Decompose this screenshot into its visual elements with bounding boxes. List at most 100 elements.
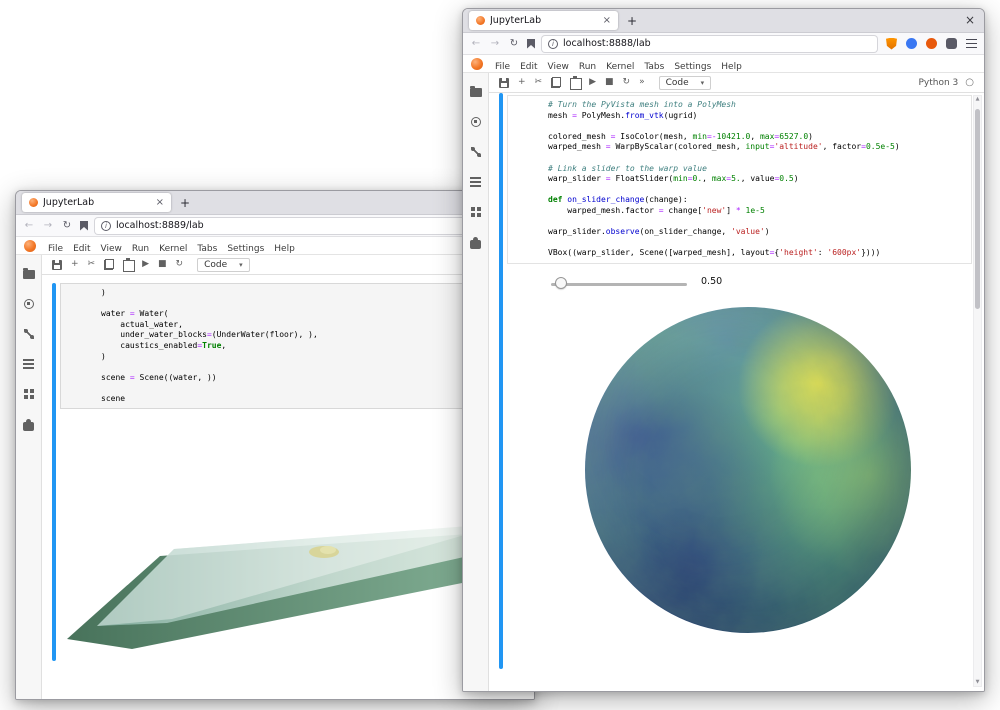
notebook-area[interactable]: # Turn the PyVista mesh into a PolyMeshm… xyxy=(489,93,984,691)
menu-settings[interactable]: Settings xyxy=(222,244,269,254)
forward-icon[interactable]: → xyxy=(42,220,54,231)
code-line: warped_mesh.factor = change['new'] * 1e-… xyxy=(548,206,967,217)
extension-icon-dark[interactable] xyxy=(946,38,957,49)
copy-icon[interactable] xyxy=(104,259,114,270)
menu: FileEditViewRunKernelTabsSettingsHelp xyxy=(490,54,747,73)
url-bar[interactable]: i localhost:8889/lab xyxy=(95,218,467,234)
menu-tabs[interactable]: Tabs xyxy=(192,244,222,254)
code-cell-editor[interactable]: # Turn the PyVista mesh into a PolyMeshm… xyxy=(507,95,972,264)
files-icon[interactable] xyxy=(23,270,35,279)
cell-type-value: Code xyxy=(204,260,227,270)
water-scene-3d-output[interactable] xyxy=(42,511,482,661)
menu-help[interactable]: Help xyxy=(269,244,300,254)
save-icon[interactable] xyxy=(52,260,62,270)
menu-run[interactable]: Run xyxy=(127,244,154,254)
back-icon[interactable]: ← xyxy=(23,220,35,231)
browser-tab[interactable]: JupyterLab × xyxy=(22,193,171,212)
info-icon[interactable]: i xyxy=(101,221,111,231)
cut-icon[interactable]: ✂ xyxy=(535,78,543,87)
code-line: warp_slider = FloatSlider(min=0., max=5.… xyxy=(548,174,967,185)
url-text: localhost:8888/lab xyxy=(563,38,651,49)
slider-track[interactable] xyxy=(551,283,687,286)
slider-handle[interactable] xyxy=(555,277,567,289)
bookmark-icon[interactable] xyxy=(527,39,535,49)
git-icon[interactable] xyxy=(471,147,481,157)
front-browser-window[interactable]: JupyterLab × + × ← → ↻ i localhost:8888/… xyxy=(462,8,985,692)
extensions-icon[interactable] xyxy=(23,422,34,431)
info-icon[interactable]: i xyxy=(548,39,558,49)
stop-icon[interactable]: ■ xyxy=(605,78,614,87)
cell-type-dropdown[interactable]: Code ▾ xyxy=(197,258,250,272)
left-sidebar xyxy=(16,255,42,699)
files-icon[interactable] xyxy=(470,88,482,97)
notebook-area[interactable]: ) water = Water( actual_water, under_wat… xyxy=(42,275,534,699)
shield-icon[interactable] xyxy=(886,38,897,50)
reload-icon[interactable]: ↻ xyxy=(508,38,520,49)
menu-view[interactable]: View xyxy=(543,62,574,72)
chevron-down-icon: ▾ xyxy=(701,79,705,87)
menu-file[interactable]: File xyxy=(43,244,68,254)
add-cell-icon[interactable]: + xyxy=(518,78,526,87)
run-icon[interactable]: ▶ xyxy=(142,260,149,269)
toc-icon[interactable] xyxy=(470,177,481,187)
palette-icon[interactable] xyxy=(24,389,28,393)
add-cell-icon[interactable]: + xyxy=(71,260,79,269)
back-icon[interactable]: ← xyxy=(470,38,482,49)
git-icon[interactable] xyxy=(24,329,34,339)
stop-icon[interactable]: ■ xyxy=(158,260,167,269)
browser-tab[interactable]: JupyterLab × xyxy=(469,11,618,30)
new-tab-button[interactable]: + xyxy=(180,197,190,209)
reload-icon[interactable]: ↻ xyxy=(61,220,73,231)
cut-icon[interactable]: ✂ xyxy=(88,260,96,269)
code-line xyxy=(548,185,967,196)
tab-close-icon[interactable]: × xyxy=(603,15,611,26)
menu-kernel[interactable]: Kernel xyxy=(601,62,639,72)
menu-help[interactable]: Help xyxy=(716,62,747,72)
paste-icon[interactable] xyxy=(570,77,580,88)
scroll-down-icon[interactable]: ▼ xyxy=(976,679,980,686)
bookmark-icon[interactable] xyxy=(80,221,88,231)
run-all-icon[interactable]: » xyxy=(639,78,645,87)
paste-icon[interactable] xyxy=(123,259,133,270)
new-tab-button[interactable]: + xyxy=(627,15,637,27)
scrollbar-thumb[interactable] xyxy=(975,109,980,309)
url-bar[interactable]: i localhost:8888/lab xyxy=(542,36,877,52)
running-icon[interactable] xyxy=(24,299,34,309)
extension-icon-blue[interactable] xyxy=(906,38,917,49)
menu-icon[interactable] xyxy=(966,39,977,48)
save-icon[interactable] xyxy=(499,78,509,88)
code-line: colored_mesh = IsoColor(mesh, min=-10421… xyxy=(548,132,967,143)
left-sidebar xyxy=(463,73,489,691)
tab-close-icon[interactable]: × xyxy=(156,197,164,208)
menu-view[interactable]: View xyxy=(96,244,127,254)
extension-icon-red[interactable] xyxy=(926,38,937,49)
menu-kernel[interactable]: Kernel xyxy=(154,244,192,254)
menu-file[interactable]: File xyxy=(490,62,515,72)
extensions-icon[interactable] xyxy=(470,240,481,249)
restart-icon[interactable]: ↻ xyxy=(623,78,631,87)
forward-icon[interactable]: → xyxy=(489,38,501,49)
menu-run[interactable]: Run xyxy=(574,62,601,72)
palette-icon[interactable] xyxy=(471,207,475,211)
tab-bar: JupyterLab × + × xyxy=(463,9,984,33)
window-close-icon[interactable]: × xyxy=(965,14,975,26)
menu-edit[interactable]: Edit xyxy=(515,62,542,72)
notebook-scrollbar[interactable]: ▲ ▼ xyxy=(973,95,982,687)
toc-icon[interactable] xyxy=(23,359,34,369)
chevron-down-icon: ▾ xyxy=(239,261,243,269)
menu-settings[interactable]: Settings xyxy=(669,62,716,72)
slider-readout: 0.50 xyxy=(701,276,722,287)
globe-3d-output[interactable] xyxy=(585,307,911,633)
back-browser-window[interactable]: JupyterLab × + ← → ↻ i localhost:8889/la… xyxy=(15,190,535,700)
restart-icon[interactable]: ↻ xyxy=(176,260,184,269)
cell-type-dropdown[interactable]: Code ▾ xyxy=(659,76,712,90)
copy-icon[interactable] xyxy=(551,77,561,88)
scroll-up-icon[interactable]: ▲ xyxy=(976,96,980,103)
run-icon[interactable]: ▶ xyxy=(589,78,596,87)
running-icon[interactable] xyxy=(471,117,481,127)
kernel-name[interactable]: Python 3 xyxy=(918,78,958,88)
jupyter-favicon xyxy=(476,16,485,25)
menu-tabs[interactable]: Tabs xyxy=(639,62,669,72)
active-cell-indicator[interactable] xyxy=(499,93,503,669)
menu-edit[interactable]: Edit xyxy=(68,244,95,254)
